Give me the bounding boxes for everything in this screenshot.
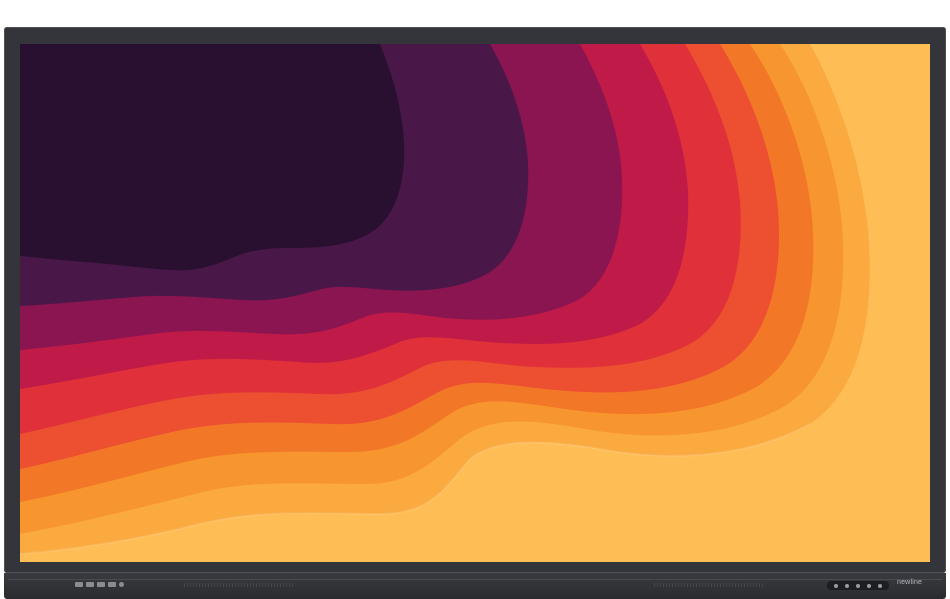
volume-up-button[interactable] — [867, 583, 871, 588]
speaker-grille-right — [654, 583, 764, 587]
menu-button[interactable] — [878, 583, 882, 588]
control-button-panel — [827, 581, 889, 590]
audio-port[interactable] — [119, 582, 124, 587]
screen-wallpaper — [20, 44, 930, 562]
wave-layer-deep-plum — [20, 44, 405, 271]
display-bezel — [4, 27, 946, 573]
usb-a-port[interactable] — [97, 582, 105, 587]
brand-logo: newline — [897, 579, 923, 586]
power-button[interactable] — [834, 583, 838, 588]
volume-down-button[interactable] — [856, 583, 860, 588]
wave-wallpaper — [20, 44, 930, 562]
front-control-bar: newline — [4, 573, 946, 599]
input-button[interactable] — [845, 583, 849, 588]
hdmi-port[interactable] — [86, 582, 94, 587]
bar-divider — [8, 579, 942, 580]
speaker-grille-left — [184, 583, 294, 587]
interactive-display: newline — [4, 27, 946, 599]
usb-c-port[interactable] — [75, 582, 83, 587]
usb-a-port[interactable] — [108, 582, 116, 587]
front-ports — [75, 582, 124, 587]
